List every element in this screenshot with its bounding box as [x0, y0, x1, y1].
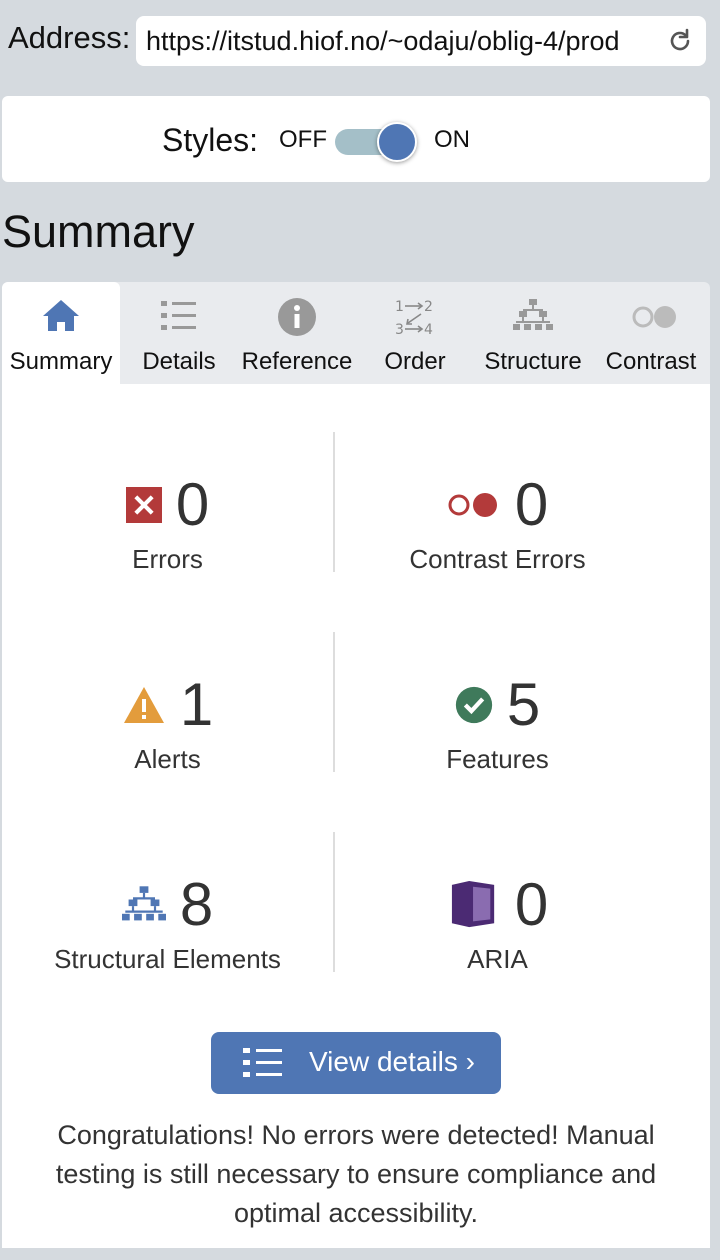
stat-contrast-errors[interactable]: 0 Contrast Errors [335, 432, 660, 575]
reload-icon[interactable] [666, 27, 694, 55]
contrast-errors-count: 0 [514, 471, 549, 538]
list-icon [243, 1048, 282, 1077]
svg-text:4: 4 [424, 322, 433, 336]
styles-label: Styles: [162, 122, 259, 158]
tab-reference[interactable]: Reference [238, 282, 356, 384]
errors-count: 0 [175, 471, 210, 538]
aria-icon [451, 881, 494, 928]
address-field[interactable]: https://itstud.hiof.no/~odaju/oblig-4/pr… [136, 16, 706, 66]
errors-label: Errors [132, 544, 203, 574]
stat-row-alerts: 1 Alerts 5 Features [2, 632, 710, 775]
feature-icon [455, 686, 492, 724]
aria-count: 0 [514, 871, 549, 938]
page-title: Summary [2, 206, 195, 257]
structure-icon [513, 299, 553, 330]
stat-row-structure: 8 Structural Elements 0 ARIA [2, 832, 710, 975]
alert-icon [123, 687, 164, 723]
styles-off-label: OFF [279, 126, 327, 153]
home-icon [43, 300, 79, 331]
view-details-button[interactable]: View details › [211, 1032, 501, 1094]
alerts-label: Alerts [134, 744, 201, 774]
list-icon [161, 301, 196, 330]
structural-count: 8 [179, 871, 214, 938]
tab-label: Reference [241, 348, 353, 375]
stat-errors[interactable]: 0 Errors [2, 432, 333, 574]
info-icon [278, 298, 316, 336]
order-icon: 1 2 3 4 [395, 299, 433, 336]
stat-alerts[interactable]: 1 Alerts [2, 632, 333, 774]
stat-features[interactable]: 5 Features [335, 632, 660, 775]
styles-toggle[interactable] [335, 122, 419, 162]
tab-bar: Summary Details Reference 1 2 3 4 Order … [2, 282, 710, 384]
alerts-count: 1 [179, 671, 214, 738]
features-label: Features [446, 744, 549, 774]
stat-aria[interactable]: 0 ARIA [335, 832, 660, 974]
tab-contrast[interactable]: Contrast [592, 282, 710, 384]
address-label: Address: [8, 20, 131, 55]
structure-icon [121, 886, 166, 921]
contrast-error-icon [448, 493, 497, 517]
tab-details[interactable]: Details [120, 282, 238, 384]
features-count: 5 [506, 671, 541, 738]
tab-label: Structure [484, 348, 582, 375]
tab-order[interactable]: 1 2 3 4 Order [356, 282, 474, 384]
tab-label: Summary [9, 348, 113, 375]
address-url[interactable]: https://itstud.hiof.no/~odaju/oblig-4/pr… [146, 26, 656, 57]
stat-row-errors: 0 Errors 0 Contrast Errors [2, 432, 710, 575]
contrast-icon [632, 306, 676, 328]
error-icon [125, 487, 162, 523]
contrast-errors-label: Contrast Errors [409, 544, 586, 574]
svg-text:2: 2 [424, 299, 433, 315]
toggle-knob[interactable] [377, 122, 417, 162]
styles-on-label: ON [434, 126, 470, 153]
structural-label: Structural Elements [54, 944, 281, 974]
address-bar: Address: https://itstud.hiof.no/~odaju/o… [0, 0, 720, 84]
tab-summary[interactable]: Summary [2, 282, 120, 384]
stat-structural[interactable]: 8 Structural Elements [2, 832, 333, 975]
summary-panel: 0 Errors 0 Contrast Errors 1 Alerts 5 Fe… [2, 384, 710, 1248]
tab-label: Order [384, 348, 446, 375]
tab-label: Details [142, 348, 216, 375]
svg-text:1: 1 [395, 299, 404, 315]
styles-panel: Styles: OFF ON [2, 96, 710, 182]
summary-message: Congratulations! No errors were detected… [55, 1120, 657, 1228]
tab-structure[interactable]: Structure [474, 282, 592, 384]
aria-label: ARIA [467, 944, 528, 974]
view-details-label: View details › [309, 1046, 476, 1077]
svg-text:3: 3 [395, 322, 404, 336]
tab-label: Contrast [605, 348, 697, 375]
